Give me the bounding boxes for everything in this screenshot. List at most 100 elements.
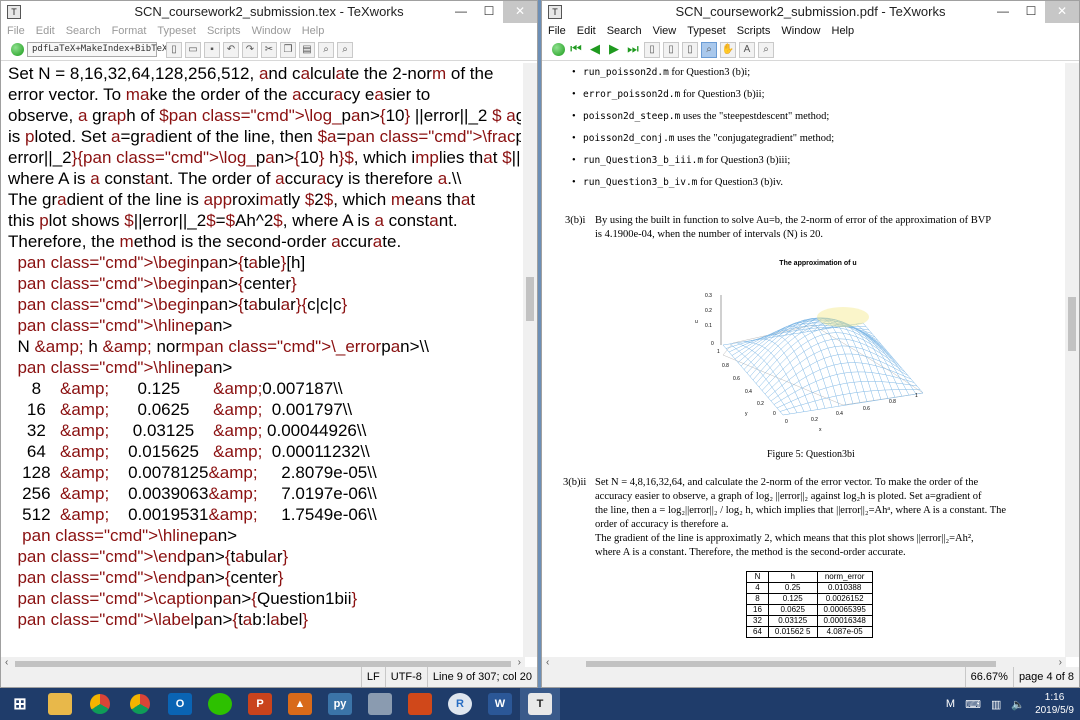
taskbar-wechat[interactable] xyxy=(200,688,240,720)
right-window-title: SCN_coursework2_submission.pdf - TeXwork… xyxy=(675,4,946,19)
menu-search[interactable]: Search xyxy=(607,23,642,39)
table-cell: 4 xyxy=(746,582,769,594)
hand-tool-icon[interactable]: ✋ xyxy=(720,41,736,58)
source-editor[interactable]: Set N = 8,16,32,64,128,256,512, and calc… xyxy=(1,63,521,657)
menu-typeset[interactable]: Typeset xyxy=(687,23,726,39)
taskbar-outlook[interactable]: O xyxy=(160,688,200,720)
menu-file[interactable]: File xyxy=(7,23,25,39)
menu-view[interactable]: View xyxy=(653,23,677,39)
menu-edit[interactable]: Edit xyxy=(577,23,596,39)
volume-icon[interactable]: 🔈 xyxy=(1011,698,1025,711)
menu-typeset[interactable]: Typeset xyxy=(157,23,196,39)
clock-time: 1:16 xyxy=(1044,692,1065,703)
taskbar-app-gray[interactable] xyxy=(360,688,400,720)
magnify-icon[interactable]: ⌕ xyxy=(701,41,717,58)
previous-page-icon[interactable]: ◀ xyxy=(587,41,603,58)
surface-gridline xyxy=(799,317,861,403)
start-button[interactable]: ⊞ xyxy=(0,688,40,720)
cut-icon[interactable]: ✂ xyxy=(261,41,277,58)
find-icon[interactable]: ⌕ xyxy=(318,41,334,58)
menu-window[interactable]: Window xyxy=(252,23,291,39)
typeset-play-icon[interactable] xyxy=(11,43,24,56)
ime-indicator[interactable]: M xyxy=(946,698,955,710)
bullet-description: for Question3 (b)iii; xyxy=(703,155,791,166)
pdf-page-view[interactable]: run_poisson2d.m for Question3 (b)i; error… xyxy=(543,63,1065,657)
menu-window[interactable]: Window xyxy=(781,23,820,39)
save-icon[interactable]: ▪ xyxy=(204,41,220,58)
menu-help[interactable]: Help xyxy=(302,23,325,39)
menu-file[interactable]: File xyxy=(548,23,566,39)
encoding-status[interactable]: UTF-8 xyxy=(384,667,427,687)
taskbar-texworks[interactable]: T xyxy=(520,688,560,720)
taskbar-python[interactable]: py xyxy=(320,688,360,720)
bullet-filename: poisson2d_steep.m xyxy=(583,111,681,122)
maximize-button[interactable]: ☐ xyxy=(1017,1,1045,23)
line-ending-status[interactable]: LF xyxy=(360,667,385,687)
taskbar-chrome-2[interactable] xyxy=(120,688,160,720)
paste-icon[interactable]: ▤ xyxy=(299,41,315,58)
editor-vertical-scrollbar[interactable] xyxy=(523,63,537,657)
y-tick-1: 0.8 xyxy=(722,363,729,369)
outlook-icon: O xyxy=(168,693,192,715)
input-icon[interactable]: ⌨ xyxy=(965,698,981,711)
table-cell: 0.03125 xyxy=(767,615,818,627)
close-button[interactable]: ✕ xyxy=(1045,1,1079,23)
clock[interactable]: 1:16 2019/5/9 xyxy=(1035,691,1074,717)
menu-help[interactable]: Help xyxy=(832,23,855,39)
taskbar-powerpoint[interactable]: P xyxy=(240,688,280,720)
fit-width-icon[interactable]: ▯ xyxy=(663,41,679,58)
fit-window-icon[interactable]: ▯ xyxy=(682,41,698,58)
new-file-icon[interactable]: ▯ xyxy=(166,41,182,58)
pdf-scroll-thumb[interactable] xyxy=(1068,297,1076,351)
texworks-app-icon: T xyxy=(548,5,562,19)
left-titlebar[interactable]: T SCN_coursework2_submission.tex - TeXwo… xyxy=(1,1,537,23)
zoom-status[interactable]: 66.67% xyxy=(964,667,1013,687)
taskbar-r[interactable]: R xyxy=(440,688,480,720)
bullet-description: for Question3 (b)ii; xyxy=(680,89,765,100)
editor-line: The gradient of the line is approximatly… xyxy=(8,190,476,209)
taskbar-matlab[interactable]: ▲ xyxy=(280,688,320,720)
menu-search[interactable]: Search xyxy=(66,23,101,39)
editor-line: 128 &amp; 0.0078125&amp; 2.8079e-05\\ xyxy=(8,463,377,482)
pdf-vertical-scrollbar[interactable] xyxy=(1065,63,1079,657)
table-cell: 0.25 xyxy=(767,582,818,594)
undo-icon[interactable]: ↶ xyxy=(223,41,239,58)
y-tick-2: 0.6 xyxy=(733,376,740,382)
typeset-play-icon[interactable] xyxy=(552,43,565,56)
replace-icon[interactable]: ⌕ xyxy=(337,41,353,58)
editor-line: pan class="cmd">\endpan>{center} xyxy=(17,568,284,587)
select-text-icon[interactable]: A xyxy=(739,41,755,58)
typeset-engine-select[interactable]: pdfLaTeX+MakeIndex+BibTeX xyxy=(27,42,167,57)
redo-icon[interactable]: ↷ xyxy=(242,41,258,58)
table-header: norm_error xyxy=(816,571,873,583)
open-folder-icon[interactable]: ▭ xyxy=(185,41,201,58)
editor-scroll-thumb[interactable] xyxy=(526,277,534,321)
copy-icon[interactable]: ❐ xyxy=(280,41,296,58)
menu-format[interactable]: Format xyxy=(112,23,147,39)
taskbar-chrome[interactable] xyxy=(80,688,120,720)
taskbar-file-explorer[interactable] xyxy=(40,688,80,720)
page-status[interactable]: page 4 of 8 xyxy=(1012,667,1079,687)
q3bii-line: where A is a constant. Therefore, the me… xyxy=(595,547,906,558)
minimize-button[interactable]: — xyxy=(989,1,1017,23)
app-icon xyxy=(408,693,432,715)
windows-logo-icon: ⊞ xyxy=(13,696,27,713)
menu-scripts[interactable]: Scripts xyxy=(737,23,771,39)
find-icon[interactable]: ⌕ xyxy=(758,41,774,58)
minimize-button[interactable]: — xyxy=(447,1,475,23)
right-titlebar[interactable]: T SCN_coursework2_submission.pdf - TeXwo… xyxy=(542,1,1079,23)
network-icon[interactable]: ▥ xyxy=(991,698,1001,711)
file-bullet-item: error_poisson2d.m for Question3 (b)ii; xyxy=(572,89,765,100)
close-button[interactable]: ✕ xyxy=(503,1,537,23)
maximize-button[interactable]: ☐ xyxy=(475,1,503,23)
menu-edit[interactable]: Edit xyxy=(36,23,55,39)
actual-size-icon[interactable]: ▯ xyxy=(644,41,660,58)
last-page-icon[interactable]: ⏭ xyxy=(625,41,641,58)
next-page-icon[interactable]: ▶ xyxy=(606,41,622,58)
menu-scripts[interactable]: Scripts xyxy=(207,23,241,39)
file-bullet-item: poisson2d_steep.m uses the "steepestdesc… xyxy=(572,111,829,122)
taskbar-app-orange[interactable] xyxy=(400,688,440,720)
taskbar-word[interactable]: W xyxy=(480,688,520,720)
first-page-icon[interactable]: ⏮ xyxy=(568,41,584,58)
editor-line: pan class="cmd">\hlinepan> xyxy=(17,316,233,335)
